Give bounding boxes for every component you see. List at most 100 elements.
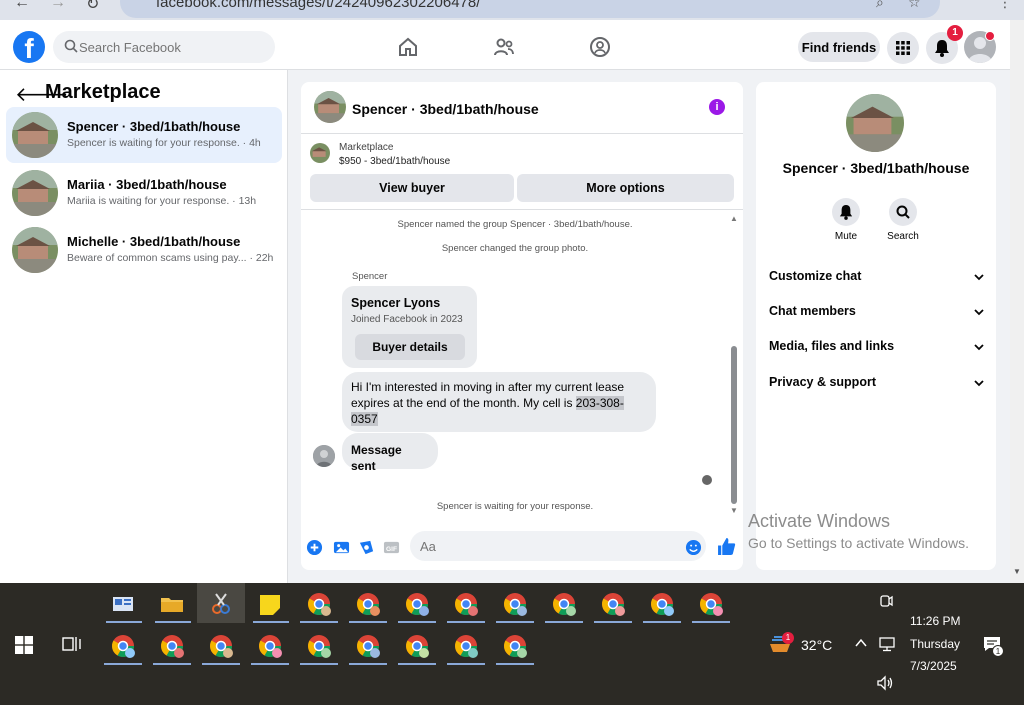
chat-avatar[interactable]	[314, 91, 346, 123]
chrome-profile-icon[interactable]	[449, 587, 483, 621]
chrome-profile-icon[interactable]	[498, 629, 532, 663]
conversation-item[interactable]: Michelle · 3bed/1bath/house Beware of co…	[6, 222, 282, 278]
home-icon[interactable]	[396, 35, 420, 59]
chrome-profile-icon[interactable]	[596, 587, 630, 621]
scrollbar-thumb[interactable]	[731, 346, 737, 504]
conversation-preview: Beware of common scams using pay... · 22…	[67, 252, 274, 264]
search-input[interactable]	[79, 31, 269, 63]
phone-number-part[interactable]: 203-308-	[575, 396, 624, 410]
customize-chat-section[interactable]: Customize chat	[769, 269, 984, 293]
buyer-joined: Joined Facebook in 2023	[351, 314, 463, 325]
facebook-logo-icon[interactable]: f	[13, 31, 45, 63]
news-app-icon[interactable]	[106, 587, 140, 621]
chrome-profile-icon[interactable]	[204, 629, 238, 663]
privacy-support-section[interactable]: Privacy & support	[769, 375, 984, 399]
speaker-icon[interactable]	[876, 675, 894, 691]
scroll-up-icon[interactable]: ▲	[730, 214, 738, 223]
chrome-profile-icon[interactable]	[498, 587, 532, 621]
group-photo[interactable]	[846, 94, 904, 152]
thumbs-up-icon[interactable]	[717, 537, 736, 556]
forward-icon[interactable]: →	[50, 0, 66, 12]
find-friends-button[interactable]: Find friends	[798, 32, 880, 62]
chevron-up-icon[interactable]	[855, 638, 867, 648]
chat-details-panel: Spencer · 3bed/1bath/house Mute Search C…	[756, 82, 996, 570]
chrome-profile-icon[interactable]	[302, 629, 336, 663]
windows-start-icon[interactable]	[15, 636, 33, 654]
sender-avatar[interactable]	[313, 445, 335, 467]
meet-now-icon[interactable]	[878, 593, 894, 609]
page-scrollbar[interactable]: ▼	[1010, 20, 1024, 583]
conversation-name: Mariia · 3bed/1bath/house	[67, 177, 227, 192]
info-icon[interactable]: i	[709, 99, 725, 115]
message-thread[interactable]: Spencer named the group Spencer · 3bed/1…	[301, 212, 743, 522]
chrome-profile-icon[interactable]	[400, 587, 434, 621]
svg-text:GIF: GIF	[386, 546, 397, 553]
sent-message-bubble[interactable]: Message sent	[342, 433, 438, 473]
chrome-profile-icon[interactable]	[155, 629, 189, 663]
snipping-tool-icon[interactable]	[204, 587, 238, 621]
emoji-icon[interactable]	[685, 539, 702, 556]
listing-price-title[interactable]: $950 - 3bed/1bath/house	[339, 156, 450, 167]
phone-number-part[interactable]: 0357	[351, 412, 378, 426]
sticky-notes-icon[interactable]	[253, 587, 287, 621]
running-indicator	[253, 621, 289, 623]
friends-icon[interactable]	[492, 35, 516, 59]
clock-date[interactable]: 7/3/2025	[910, 659, 957, 673]
more-options-button[interactable]: More options	[517, 174, 734, 202]
url-text[interactable]: facebook.com/messages/t/2424096230220647…	[156, 0, 480, 11]
running-indicator	[104, 663, 142, 665]
activate-windows-subtext: Go to Settings to activate Windows.	[748, 535, 969, 551]
message-input[interactable]	[410, 531, 706, 561]
search-icon[interactable]: ⌕	[876, 0, 884, 11]
media-files-links-section[interactable]: Media, files and links	[769, 339, 984, 363]
chrome-profile-icon[interactable]	[547, 587, 581, 621]
chrome-profile-icon[interactable]	[351, 629, 385, 663]
listing-thumbnail[interactable]	[310, 143, 330, 163]
running-indicator	[447, 663, 485, 665]
back-icon[interactable]: ←	[14, 0, 30, 12]
chrome-profile-icon[interactable]	[400, 629, 434, 663]
search-box[interactable]	[53, 31, 275, 63]
chrome-profile-icon[interactable]	[253, 629, 287, 663]
view-buyer-button[interactable]: View buyer	[310, 174, 514, 202]
system-message: Spencer changed the group photo.	[441, 243, 589, 254]
reload-icon[interactable]: ↻	[86, 0, 99, 14]
photo-icon[interactable]	[333, 539, 350, 556]
chrome-profile-icon[interactable]	[302, 587, 336, 621]
sticker-icon[interactable]	[358, 539, 375, 556]
chat-panel: Spencer · 3bed/1bath/house i Marketplace…	[301, 82, 743, 570]
running-indicator	[300, 621, 338, 623]
clock-day[interactable]: Thursday	[910, 637, 960, 651]
thread-scrollbar[interactable]: ▲ ▼	[730, 214, 738, 515]
menu-grid-button[interactable]	[887, 32, 919, 64]
conversation-item[interactable]: Mariia · 3bed/1bath/house Mariia is wait…	[6, 165, 282, 221]
search-in-chat-button[interactable]	[889, 198, 917, 226]
chrome-profile-icon[interactable]	[351, 587, 385, 621]
chat-members-section[interactable]: Chat members	[769, 304, 984, 328]
task-view-icon[interactable]	[62, 635, 82, 653]
gif-icon[interactable]: GIF	[383, 539, 400, 556]
menu-dots-icon[interactable]: ⋮	[998, 0, 1012, 11]
chrome-profile-icon[interactable]	[645, 587, 679, 621]
scroll-down-icon[interactable]: ▼	[1013, 567, 1021, 576]
weather-temperature[interactable]: 32°C	[801, 637, 832, 653]
scroll-down-icon[interactable]: ▼	[730, 506, 738, 515]
conversation-item[interactable]: Spencer · 3bed/1bath/house Spencer is wa…	[6, 107, 282, 163]
bookmark-star-icon[interactable]: ☆	[908, 0, 921, 11]
running-indicator	[106, 621, 142, 623]
plus-circle-icon[interactable]	[306, 539, 323, 556]
chrome-profile-icon[interactable]	[106, 629, 140, 663]
message-composer: GIF	[301, 528, 743, 570]
message-bubble[interactable]: Hi I'm interested in moving in after my …	[342, 372, 656, 432]
mute-button[interactable]	[832, 198, 860, 226]
chrome-profile-icon[interactable]	[449, 629, 483, 663]
chat-title[interactable]: Spencer · 3bed/1bath/house	[352, 101, 539, 117]
chrome-profile-icon[interactable]	[694, 587, 728, 621]
buyer-details-button[interactable]: Buyer details	[355, 334, 465, 360]
clock-time[interactable]: 11:26 PM	[910, 614, 960, 628]
network-icon[interactable]	[878, 636, 896, 652]
file-explorer-icon[interactable]	[155, 587, 189, 621]
chevron-down-icon	[974, 309, 984, 316]
chevron-down-icon	[974, 274, 984, 281]
groups-icon[interactable]	[588, 35, 612, 59]
